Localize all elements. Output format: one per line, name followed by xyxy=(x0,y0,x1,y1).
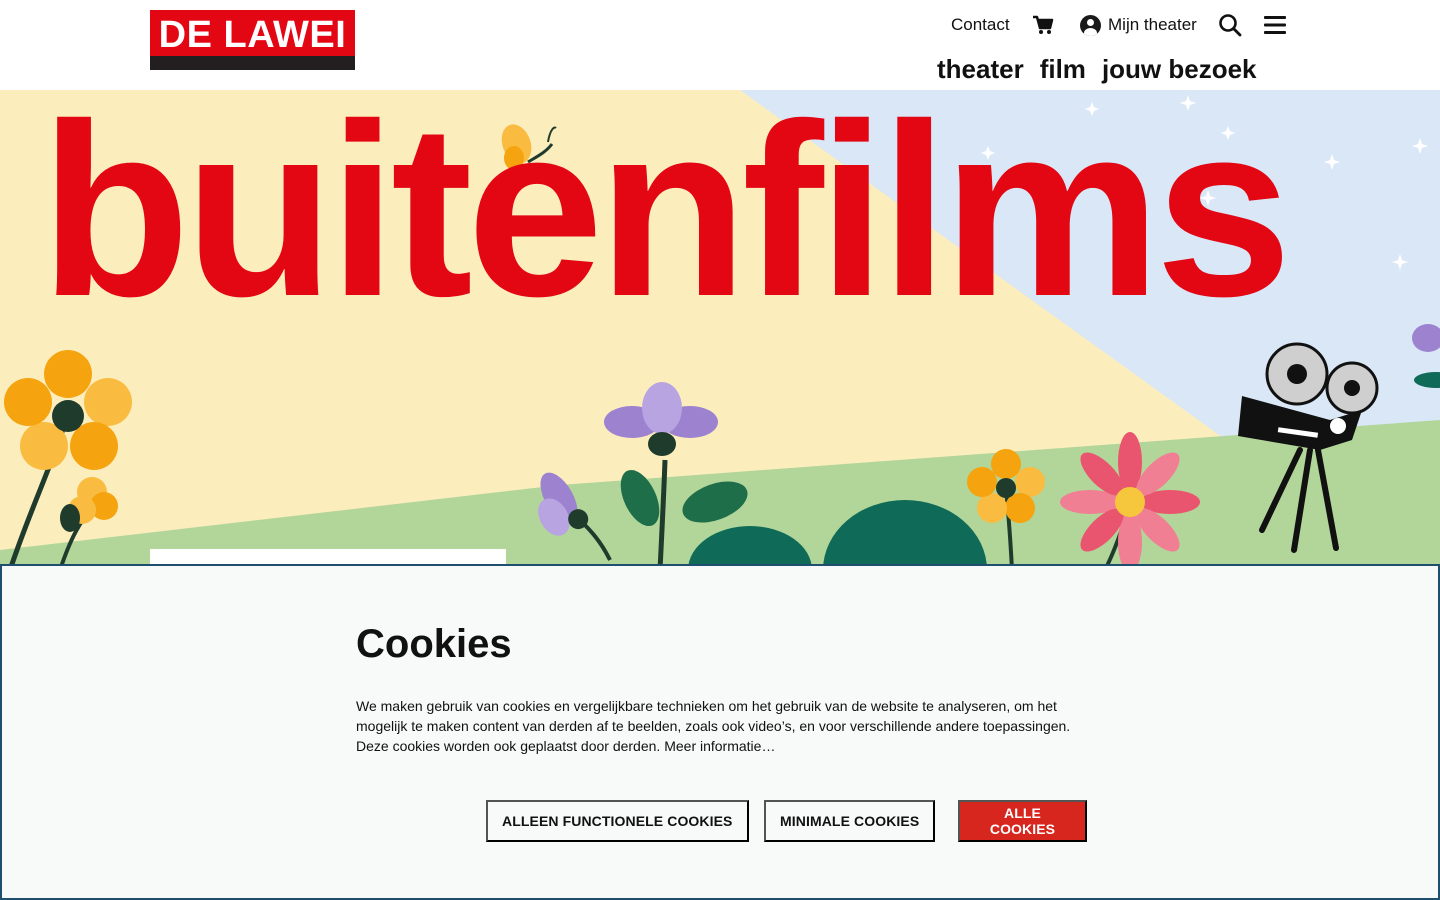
nav-jouw-bezoek[interactable]: jouw bezoek xyxy=(1102,54,1257,85)
site-logo[interactable]: DE LAWEI xyxy=(150,10,355,70)
account-link[interactable]: Mijn theater xyxy=(1080,12,1197,38)
nav-film[interactable]: film xyxy=(1040,54,1086,85)
cookie-title: Cookies xyxy=(356,622,512,666)
logo-bar xyxy=(150,56,355,70)
all-cookies-button[interactable]: ALLE COOKIES xyxy=(958,800,1087,842)
cart-icon[interactable] xyxy=(1032,12,1054,38)
cookie-description: We maken gebruik van cookies en vergelij… xyxy=(356,696,1096,756)
user-icon xyxy=(1080,14,1101,36)
main-nav: theater film jouw bezoek xyxy=(937,54,1257,85)
contact-link[interactable]: Contact xyxy=(951,12,1010,38)
account-label: Mijn theater xyxy=(1108,15,1197,34)
menu-icon[interactable] xyxy=(1264,12,1286,38)
hero-banner: buitenfilms xyxy=(0,90,1440,570)
nav-theater[interactable]: theater xyxy=(937,54,1024,85)
hero-title: buitenfilms xyxy=(40,90,1292,348)
more-info-link[interactable]: Meer informatie… xyxy=(664,738,775,754)
logo-text: DE LAWEI xyxy=(158,14,347,56)
site-header: DE LAWEI Contact Mijn theater theater fi… xyxy=(0,0,1440,90)
functional-cookies-button[interactable]: ALLEEN FUNCTIONELE COOKIES xyxy=(486,800,749,842)
search-icon[interactable] xyxy=(1218,12,1242,38)
cookie-banner: Cookies We maken gebruik van cookies en … xyxy=(0,564,1440,900)
minimal-cookies-button[interactable]: MINIMALE COOKIES xyxy=(764,800,936,842)
